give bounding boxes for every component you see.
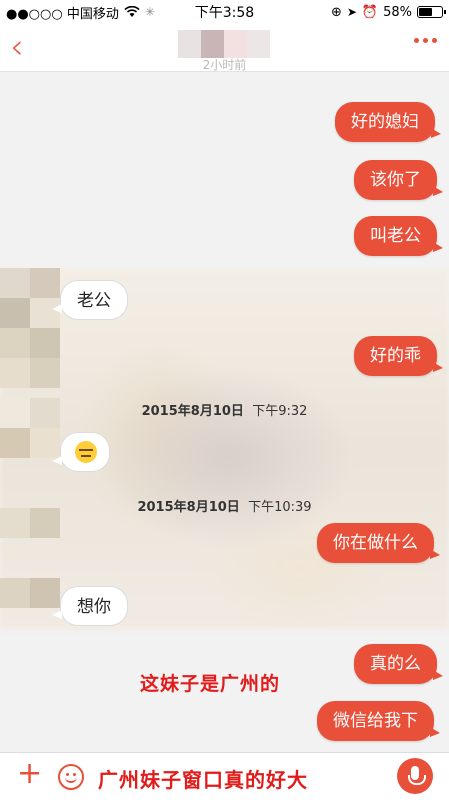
- input-bar: + 广州妹子窗口真的好大: [0, 752, 449, 800]
- battery-percent: 58%: [383, 4, 412, 20]
- overlay-caption: 这妹子是广州的: [140, 673, 281, 695]
- timestamp: 2015年8月10日 下午10:39: [0, 496, 449, 515]
- carrier-label: ●●○○○ 中国移动: [6, 6, 119, 22]
- timestamp: 2015年8月10日 下午9:32: [0, 400, 449, 419]
- orientation-lock-icon: ⊕: [330, 4, 342, 20]
- message-bubble-incoming[interactable]: 想你: [52, 586, 128, 626]
- message-bubble-incoming[interactable]: 老公: [52, 280, 128, 320]
- message-bubble-outgoing[interactable]: 好的媳妇: [335, 102, 441, 142]
- contact-avatar[interactable]: [178, 30, 270, 58]
- timestamp-date: 2015年8月10日: [141, 404, 244, 419]
- timestamp-time: 下午9:32: [252, 404, 308, 419]
- status-bar: ●●○○○ 中国移动 ✳ 下午3:58 ⊕ ➤ ⏰ 58%: [0, 0, 449, 24]
- message-bubble-outgoing[interactable]: 好的乖: [354, 336, 443, 376]
- message-bubble-outgoing[interactable]: 真的么: [354, 644, 443, 684]
- plus-icon[interactable]: +: [17, 759, 42, 789]
- microphone-icon[interactable]: [397, 758, 433, 794]
- smile-icon[interactable]: [58, 764, 84, 790]
- more-dots-icon[interactable]: [414, 38, 437, 43]
- location-icon: ➤: [346, 5, 357, 19]
- wifi-icon: [124, 6, 140, 17]
- loading-icon: ✳: [144, 5, 155, 19]
- message-bubble-outgoing[interactable]: 你在做什么: [317, 523, 440, 563]
- message-input[interactable]: 广州妹子窗口真的好大: [98, 764, 308, 793]
- timestamp-date: 2015年8月10日: [137, 500, 240, 515]
- alarm-icon: ⏰: [361, 4, 379, 20]
- status-time: 下午3:58: [194, 5, 255, 21]
- previous-timestamp: 2小时前: [202, 58, 247, 72]
- message-bubble-outgoing[interactable]: 叫老公: [354, 216, 443, 256]
- message-bubble-outgoing[interactable]: 微信给我下: [317, 701, 440, 741]
- pixelated-avatar-strip: [0, 268, 60, 630]
- battery-fill: [419, 8, 432, 16]
- expressionless-face-icon: [75, 440, 97, 463]
- message-bubble-incoming[interactable]: [52, 432, 110, 472]
- timestamp-time: 下午10:39: [248, 500, 312, 515]
- message-bubble-outgoing[interactable]: 该你了: [354, 160, 443, 200]
- battery-icon: [417, 6, 446, 18]
